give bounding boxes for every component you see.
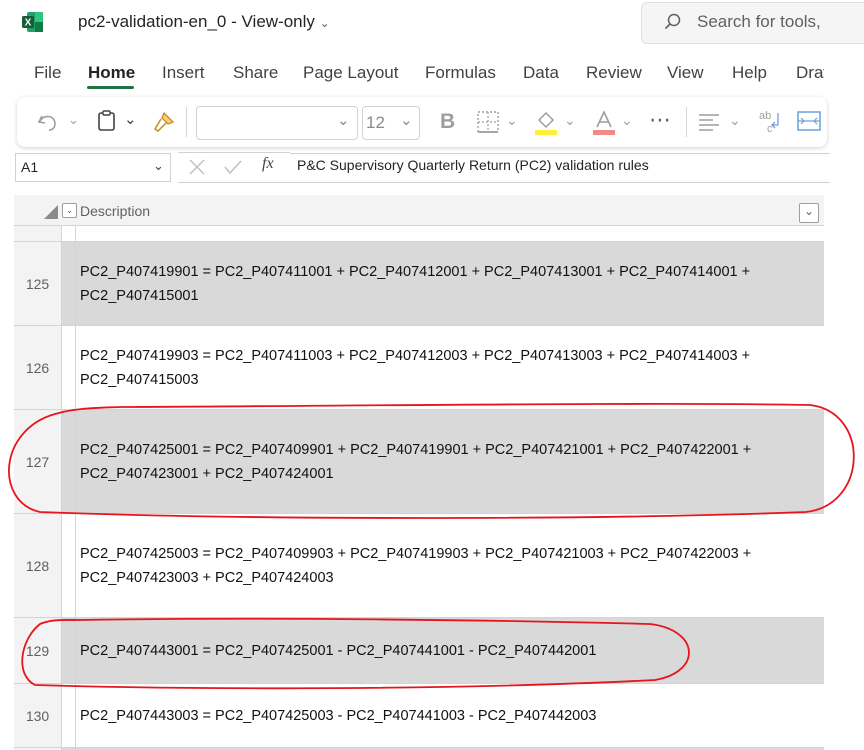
formula-content: P&C Supervisory Quarterly Return (PC2) v… [297, 157, 649, 173]
file-name: pc2-validation-en_0 [78, 12, 227, 31]
row-header[interactable]: 126 [14, 326, 62, 410]
search-placeholder: Search for tools, [697, 12, 821, 31]
cell-text-line: PC2_P407415003 [80, 372, 199, 388]
table-row[interactable]: PC2_P407419903 = PC2_P407411003 + PC2_P4… [76, 326, 824, 410]
row-header[interactable]: 125 [14, 242, 62, 326]
table-row[interactable]: PC2_P407425003 = PC2_P407409903 + PC2_P4… [76, 514, 824, 618]
filter-toggle-icon[interactable]: ⌄ [62, 203, 77, 218]
borders-dropdown-icon[interactable]: ⌄ [506, 112, 518, 129]
cell-text-line: PC2_P407425001 = PC2_P407409901 + PC2_P4… [80, 442, 752, 458]
toolbar-separator [186, 107, 187, 137]
row-filler [62, 618, 76, 684]
table-row[interactable]: PC2_P407425001 = PC2_P407409901 + PC2_P4… [76, 410, 824, 514]
undo-dropdown-icon[interactable]: ⌄ [68, 112, 79, 128]
cell-text-line: PC2_P407419901 = PC2_P407411001 + PC2_P4… [80, 264, 751, 280]
table-row[interactable]: PC2_P407419901 = PC2_P407411001 + PC2_P4… [76, 242, 824, 326]
fill-color-dropdown-icon[interactable]: ⌄ [564, 112, 576, 129]
document-title[interactable]: pc2-validation-en_0 - View-only ⌄ [78, 12, 330, 32]
cell-text-line: PC2_P407425003 = PC2_P407409903 + PC2_P4… [80, 546, 752, 562]
table-row[interactable]: PC2_P407443001 = PC2_P407425001 - PC2_P4… [76, 618, 824, 684]
brush-icon[interactable] [152, 110, 176, 132]
cell-text-line: PC2_P407415001 [80, 288, 199, 304]
row-header[interactable]: 130 [14, 684, 62, 748]
cell-text-line: PC2_P407443001 = PC2_P407425001 - PC2_P4… [80, 643, 597, 659]
clipboard-icon[interactable] [96, 109, 120, 133]
title-separator: - [231, 12, 242, 31]
borders-icon[interactable] [476, 110, 500, 134]
search-icon [664, 13, 681, 30]
font-color-icon[interactable] [591, 108, 617, 136]
row-filler [62, 514, 76, 618]
toolbar-separator [686, 107, 687, 137]
font-color-dropdown-icon[interactable]: ⌄ [621, 112, 633, 129]
name-box-chevron-icon[interactable]: ⌄ [153, 158, 164, 174]
row-filler [62, 684, 76, 748]
menu-help[interactable]: Help [732, 63, 767, 83]
cell-text-line: PC2_P407423003 + PC2_P407424003 [80, 570, 334, 586]
cell-text-line: PC2_P407423001 + PC2_P407424001 [80, 466, 334, 482]
font-name-chevron-icon: ⌄ [337, 112, 350, 129]
more-options-icon[interactable]: ⋯ [649, 107, 672, 133]
row-header[interactable] [14, 226, 62, 242]
fill-color-icon[interactable] [533, 108, 559, 136]
font-name-select[interactable] [196, 106, 358, 140]
bold-button[interactable]: B [440, 110, 455, 134]
menu-home[interactable]: Home [88, 63, 135, 83]
confirm-icon[interactable] [223, 158, 243, 176]
paste-dropdown-icon[interactable]: ⌄ [124, 110, 137, 128]
merge-cells-icon[interactable] [796, 109, 822, 133]
row-header[interactable]: 129 [14, 618, 62, 684]
row-filler [62, 326, 76, 410]
cell-text-line: PC2_P407443003 = PC2_P407425003 - PC2_P4… [80, 708, 597, 724]
select-all-corner[interactable] [14, 195, 62, 225]
chevron-down-icon: ⌄ [319, 16, 330, 30]
svg-text:X: X [25, 18, 32, 29]
svg-text:ab: ab [759, 110, 771, 122]
align-icon[interactable] [697, 110, 721, 134]
align-dropdown-icon[interactable]: ⌄ [729, 112, 741, 129]
table-row[interactable]: PC2_P407443003 = PC2_P407425003 - PC2_P4… [76, 684, 824, 748]
font-size-value: 12 [366, 113, 385, 132]
excel-logo-icon[interactable]: X [22, 11, 44, 33]
table-row[interactable] [76, 226, 824, 242]
function-icon[interactable]: fx [262, 155, 274, 173]
cell-text-line: PC2_P407419903 = PC2_P407411003 + PC2_P4… [80, 348, 751, 364]
menu-page-layout[interactable]: Page Layout [303, 63, 398, 83]
menu-data[interactable]: Data [523, 63, 559, 83]
spreadsheet-grid[interactable]: ⌄ Description ⌄ 125 PC2_P407419901 = PC2_… [14, 195, 824, 750]
cancel-icon[interactable] [188, 158, 206, 176]
row-header[interactable]: 127 [14, 410, 62, 514]
menu-view[interactable]: View [667, 63, 704, 83]
wrap-text-icon[interactable]: ab c [757, 107, 783, 135]
font-size-chevron-icon: ⌄ [400, 112, 413, 129]
menu-formulas[interactable]: Formulas [425, 63, 496, 83]
row-filler [62, 242, 76, 326]
active-tab-indicator [87, 86, 134, 89]
name-box[interactable] [15, 153, 171, 182]
menu-draw[interactable]: Draw [796, 63, 824, 83]
menu-review[interactable]: Review [586, 63, 642, 83]
undo-icon[interactable] [36, 110, 62, 134]
column-filter-dropdown-icon[interactable]: ⌄ [799, 203, 819, 223]
column-header-description[interactable]: Description [80, 203, 150, 219]
menu-insert[interactable]: Insert [162, 63, 205, 83]
name-box-value: A1 [21, 159, 39, 175]
row-filler [62, 410, 76, 514]
view-mode: View-only [241, 12, 315, 31]
menu-file[interactable]: File [34, 63, 61, 83]
row-filler [62, 226, 76, 242]
menu-share[interactable]: Share [233, 63, 278, 83]
row-header[interactable]: 128 [14, 514, 62, 618]
